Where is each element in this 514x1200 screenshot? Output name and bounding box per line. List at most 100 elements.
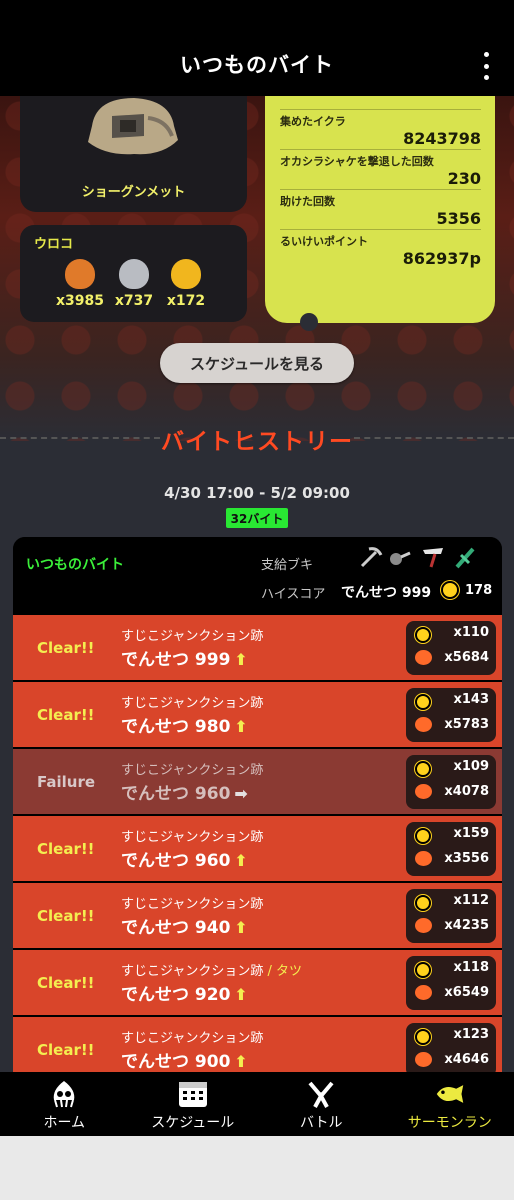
golden-egg-icon: [415, 962, 431, 978]
stat-label: 集めたイクラ: [280, 115, 346, 128]
grade-line: でんせつ 960 ⬆: [121, 846, 248, 871]
page-title: いつものバイト: [180, 53, 334, 77]
stage-label: すじこジャンクション跡: [121, 629, 264, 644]
grade-line: でんせつ 940 ⬆: [121, 913, 248, 938]
stage-label: すじこジャンクション跡: [121, 1031, 264, 1046]
power-egg-count: x5684: [444, 650, 489, 665]
power-egg-icon: [415, 851, 432, 866]
stat-rescues: 助けた回数 5356: [280, 189, 481, 229]
history-row[interactable]: Clear!! すじこジャンクション跡 でんせつ 999 ⬆ x110 x5684: [13, 615, 502, 681]
power-egg-count: x3556: [444, 851, 489, 866]
gear-name: ショーグンメット: [81, 185, 186, 200]
golden-egg-icon: [415, 828, 431, 844]
golden-egg-count: x112: [453, 893, 489, 908]
power-egg-count: x5783: [444, 717, 489, 732]
result-label: Clear!!: [37, 907, 95, 925]
grade-arrow-icon: ⬆: [234, 1052, 248, 1071]
grade-arrow-icon: ⬆: [234, 851, 248, 870]
grade-line: でんせつ 999 ⬆: [121, 645, 248, 670]
stage-name: すじこジャンクション跡 / タツ: [121, 960, 302, 979]
stage-name: すじこジャンクション跡: [121, 893, 263, 912]
stage-label: すじこジャンクション跡: [121, 964, 264, 979]
history-row[interactable]: Clear!! すじこジャンクション跡 でんせつ 940 ⬆ x112 x4235: [13, 883, 502, 949]
stage-label: すじこジャンクション跡: [121, 763, 264, 778]
golden-egg-icon: [415, 761, 431, 777]
stage-name: すじこジャンクション跡: [121, 826, 263, 845]
highscore-eggs: 178: [465, 583, 493, 598]
grade-arrow-icon: ⬆: [234, 985, 248, 1004]
stat-eggs: 集めたイクラ 8243798: [280, 109, 481, 149]
egg-summary: x159 x3556: [406, 822, 496, 876]
shift-count-badge: 32バイト: [226, 508, 288, 528]
golden-egg-count: x143: [453, 692, 489, 707]
egg-summary: x109 x4078: [406, 755, 496, 809]
history-row[interactable]: Clear!! すじこジャンクション跡 でんせつ 900 ⬆ x123 x4646: [13, 1017, 502, 1077]
history-row[interactable]: Clear!! すじこジャンクション跡 でんせつ 960 ⬆ x159 x3556: [13, 816, 502, 882]
stage-name: すじこジャンクション跡: [121, 625, 263, 644]
grade-value: でんせつ 980: [121, 717, 231, 737]
result-label: Failure: [37, 773, 96, 791]
supply-weapons-label: 支給ブキ: [261, 558, 314, 573]
stat-value: 5356: [436, 209, 481, 228]
golden-egg-count: x159: [453, 826, 489, 841]
tab-home[interactable]: ホーム: [0, 1072, 129, 1136]
result-label: Clear!!: [37, 974, 95, 992]
tab-battle[interactable]: バトル: [257, 1072, 386, 1136]
silver-scale: x737: [104, 259, 164, 309]
result-label: Clear!!: [37, 706, 95, 724]
stage-extra: / タツ: [263, 964, 303, 979]
history-list: いつものバイト 支給ブキ ハイスコア でんせつ 999 178 Clear!! す…: [13, 537, 502, 1077]
history-row[interactable]: Failure すじこジャンクション跡 でんせつ 960 ➡ x109 x4078: [13, 749, 502, 815]
scale-title: ウロコ: [34, 237, 74, 252]
stage-name: すじこジャンクション跡: [121, 1027, 263, 1046]
egg-summary: x143 x5783: [406, 688, 496, 742]
grade-value: でんせつ 900: [121, 1052, 231, 1072]
grade-line: でんせつ 900 ⬆: [121, 1047, 248, 1072]
power-egg-icon: [415, 918, 432, 933]
stage-name: すじこジャンクション跡: [121, 759, 263, 778]
golden-egg-icon: [415, 627, 431, 643]
bronze-scale-icon: [65, 259, 95, 289]
tab-schedule[interactable]: スケジュール: [129, 1072, 258, 1136]
helmet-icon: [88, 98, 178, 155]
grade-line: でんせつ 960 ➡: [121, 779, 248, 804]
stat-value: 862937p: [402, 249, 481, 268]
rifle-weapon-icon: [455, 547, 475, 569]
bronze-scale: x3985: [50, 259, 110, 309]
power-egg-count: x4078: [444, 784, 489, 799]
more-menu-icon[interactable]: [476, 52, 496, 80]
highscore-value: でんせつ 999: [341, 585, 432, 601]
golden-egg-count: x109: [453, 759, 489, 774]
golden-egg-icon: [441, 581, 459, 599]
grade-value: でんせつ 940: [121, 918, 231, 938]
egg-summary: x118 x6549: [406, 956, 496, 1010]
grade-arrow-icon: ➡: [234, 784, 248, 803]
history-title: バイトヒストリー: [161, 429, 353, 455]
tab-salmon-run[interactable]: サーモンラン: [386, 1072, 514, 1136]
history-group-header[interactable]: いつものバイト 支給ブキ ハイスコア でんせつ 999 178: [13, 537, 502, 615]
highscore-label: ハイスコア: [261, 587, 326, 602]
grade-line: でんせつ 920 ⬆: [121, 980, 248, 1005]
app-header: いつものバイト: [0, 0, 514, 96]
group-title: いつものバイト: [26, 557, 124, 573]
result-label: Clear!!: [37, 639, 95, 657]
tab-label: スケジュール: [151, 1115, 235, 1131]
gear-card[interactable]: ショーグンメット: [20, 96, 247, 212]
stat-value: 8243798: [403, 129, 481, 148]
view-schedule-button[interactable]: スケジュールを見る: [160, 343, 354, 383]
bottom-nav: ホーム スケジュール バトル サーモンラン: [0, 1072, 514, 1136]
silver-scale-count: x737: [114, 293, 154, 309]
gold-scale-icon: [171, 259, 201, 289]
history-row[interactable]: Clear!! すじこジャンクション跡 / タツ でんせつ 920 ⬆ x118 x654…: [13, 950, 502, 1016]
gold-scale: x172: [156, 259, 216, 309]
golden-egg-icon: [415, 694, 431, 710]
stage-name: すじこジャンクション跡: [121, 692, 263, 711]
golden-egg-icon: [415, 1029, 431, 1045]
stage-label: すじこジャンクション跡: [121, 696, 264, 711]
result-label: Clear!!: [37, 1041, 95, 1059]
app-screen: ショーグンメット ウロコ x3985 x737 x172 集めたイクラ 8243…: [0, 0, 514, 1136]
history-row[interactable]: Clear!! すじこジャンクション跡 でんせつ 980 ⬆ x143 x5783: [13, 682, 502, 748]
pickaxe-weapon-icon: [360, 547, 383, 568]
silver-scale-icon: [119, 259, 149, 289]
power-egg-icon: [415, 717, 432, 732]
